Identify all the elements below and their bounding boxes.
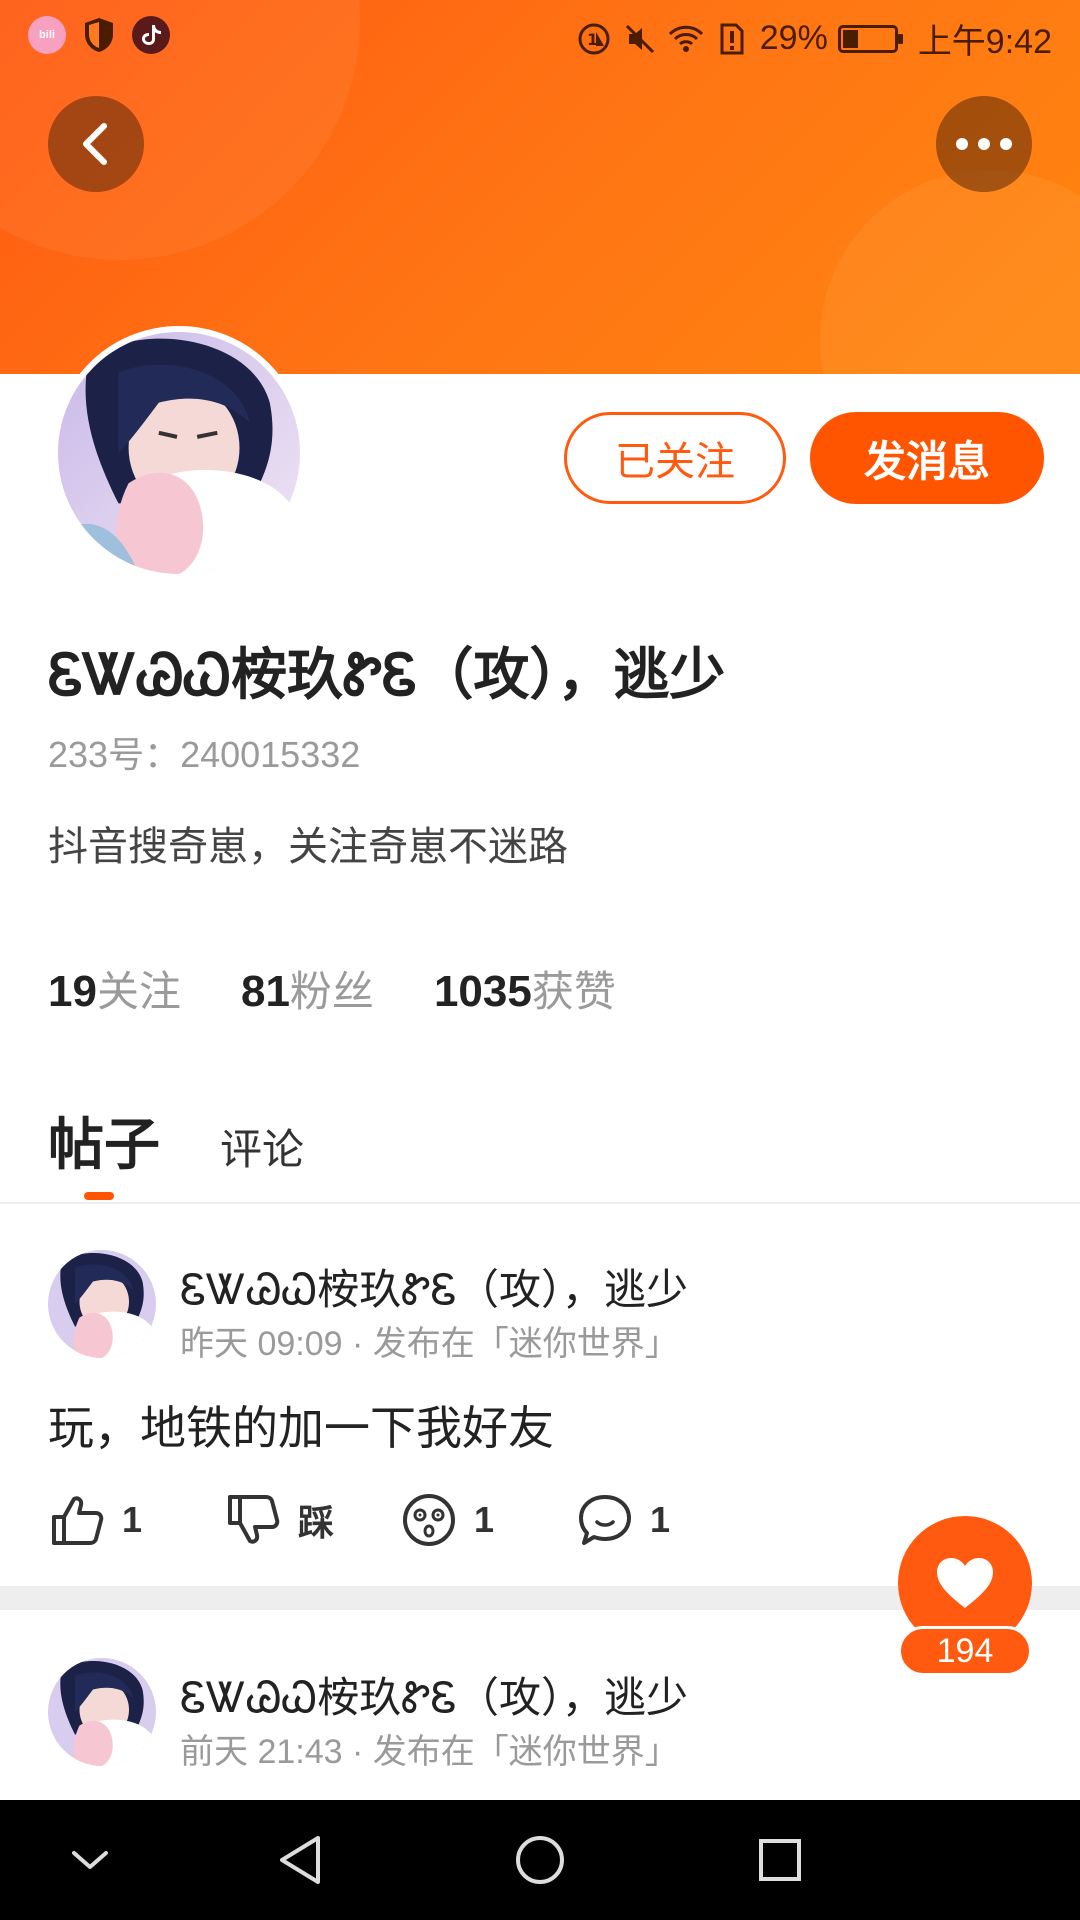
comment-button[interactable]: 1: [576, 1490, 752, 1550]
following-button[interactable]: 已关注: [564, 412, 786, 504]
post-actions: 1 踩 1 1: [48, 1490, 752, 1550]
nav-back-button[interactable]: [270, 1830, 330, 1890]
status-system-icons: 1 29% 上午9:42: [576, 14, 1052, 63]
dislike-label: 踩: [298, 1502, 335, 1543]
triangle-back-icon: [280, 1836, 320, 1884]
data-saver-icon: 1: [576, 21, 612, 57]
like-count: 1: [122, 1499, 143, 1540]
status-notifications: bili: [28, 16, 170, 54]
more-dots-icon: [956, 138, 1012, 150]
battery-percent: 29%: [759, 19, 828, 57]
like-button[interactable]: 1: [48, 1490, 224, 1550]
chevron-left-icon: [83, 123, 107, 165]
battery-icon: [837, 24, 903, 53]
stat-followers-count: 81: [240, 967, 290, 1016]
nav-recents-button[interactable]: [750, 1830, 810, 1890]
chevron-down-icon: [72, 1851, 108, 1869]
banner-decoration: [820, 170, 1080, 374]
shield-icon: [80, 16, 118, 54]
stat-likes-count: 1035: [433, 967, 532, 1016]
floating-like-count: 194: [898, 1626, 1032, 1676]
reaction-button[interactable]: 1: [400, 1490, 576, 1550]
avatar-image: [48, 1250, 156, 1358]
post-meta: 前天 21:43 · 发布在「迷你世界」: [180, 1733, 679, 1771]
more-options-button[interactable]: [936, 96, 1032, 192]
comment-count: 1: [650, 1499, 671, 1540]
profile-username: ᏋᏔᏊᏇ桉玖ᏑᏋ（攻），逃少: [48, 643, 726, 706]
mute-icon: [622, 21, 658, 57]
post-author-name[interactable]: ᏋᏔᏊᏇ桉玖ᏑᏋ（攻），逃少: [180, 1256, 688, 1317]
profile-stats: 19关注 81粉丝 1035获赞: [48, 958, 616, 1019]
post-meta: 昨天 09:09 · 发布在「迷你世界」: [180, 1325, 679, 1363]
stat-following-count: 19: [48, 967, 97, 1016]
sim-alert-icon: [714, 21, 750, 57]
stat-following-label: 关注: [96, 968, 181, 1015]
thumbs-down-icon: [228, 1495, 280, 1544]
back-button[interactable]: [48, 96, 144, 192]
avatar-image: [48, 1658, 156, 1766]
comment-bubble-icon: [579, 1495, 631, 1545]
profile-bio: 抖音搜奇崽，关注奇崽不迷路: [48, 825, 568, 869]
tiktok-icon: [132, 16, 170, 54]
avatar-image: [58, 332, 300, 574]
profile-uid: 233号：240015332: [48, 734, 361, 775]
stat-likes-label: 获赞: [531, 968, 616, 1015]
profile-avatar[interactable]: [52, 326, 306, 580]
status-bar: bili 1 29% 上午9:42: [0, 0, 1080, 72]
clock: 上午9:42: [917, 23, 1052, 61]
surprised-face-icon: [403, 1494, 455, 1546]
tab-active-indicator: [84, 1192, 114, 1200]
post-author-avatar[interactable]: [48, 1250, 156, 1358]
content-tabs: 帖子 评论: [48, 1100, 304, 1181]
post-author-avatar[interactable]: [48, 1658, 156, 1766]
thumbs-up-icon: [52, 1496, 104, 1545]
square-recents-icon: [759, 1839, 801, 1881]
nav-collapse-button[interactable]: [60, 1830, 120, 1890]
nav-home-button[interactable]: [510, 1830, 570, 1890]
divider: [0, 1202, 1080, 1204]
stat-following[interactable]: 19关注: [48, 958, 181, 1019]
tab-comments[interactable]: 评论: [220, 1116, 304, 1181]
tab-posts[interactable]: 帖子: [48, 1100, 160, 1181]
heart-icon: [937, 1558, 993, 1608]
system-navigation-bar: [0, 1800, 1080, 1920]
stat-likes[interactable]: 1035获赞: [434, 958, 616, 1019]
post-content[interactable]: 玩，地铁的加一下我好友: [48, 1392, 554, 1458]
bilibili-icon: bili: [28, 16, 66, 54]
dislike-button[interactable]: 踩: [224, 1490, 400, 1550]
stat-followers[interactable]: 81粉丝: [241, 958, 374, 1019]
stat-followers-label: 粉丝: [289, 968, 374, 1015]
send-message-button[interactable]: 发消息: [810, 412, 1044, 504]
reaction-count: 1: [474, 1499, 495, 1540]
post-author-name[interactable]: ᏋᏔᏊᏇ桉玖ᏑᏋ（攻），逃少: [180, 1664, 688, 1725]
circle-home-icon: [516, 1836, 564, 1884]
wifi-icon: [668, 21, 704, 57]
